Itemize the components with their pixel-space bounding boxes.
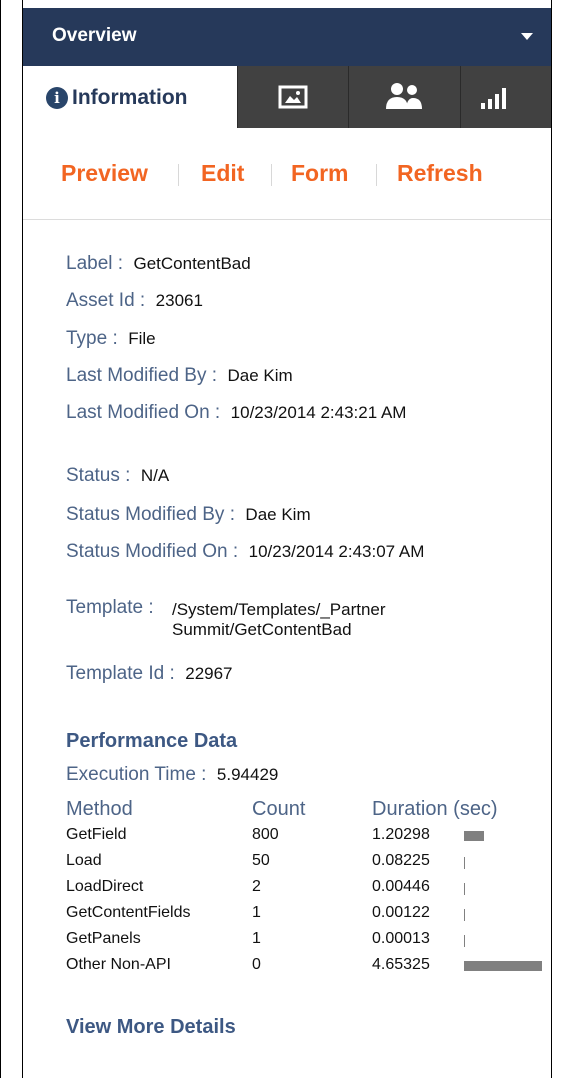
tab-information-label: Information: [72, 86, 188, 109]
execution-time-value: 5.94429: [216, 765, 279, 784]
duration-cell: 0.00446: [372, 878, 430, 895]
duration-cell: 0.00013: [372, 930, 430, 947]
last-modified-on-value: 10/23/2014 2:43:21 AM: [230, 403, 407, 422]
method-cell: GetField: [66, 826, 127, 843]
panel-header[interactable]: Overview: [23, 8, 551, 66]
asset-id-value: 23061: [155, 291, 203, 310]
image-icon: [278, 85, 308, 109]
preview-link[interactable]: Preview: [61, 160, 148, 187]
users-icon: [386, 83, 422, 109]
method-cell: Load: [66, 852, 102, 869]
asset-id-row: Asset Id : 23061: [66, 290, 203, 312]
status-label: Status :: [66, 465, 131, 486]
status-value: N/A: [140, 466, 170, 485]
separator: [178, 164, 179, 186]
divider: [23, 219, 551, 220]
status-modified-on-label: Status Modified On :: [66, 541, 239, 562]
last-modified-on-label: Last Modified On :: [66, 402, 221, 423]
method-cell: GetPanels: [66, 930, 141, 947]
tab-stats[interactable]: [460, 66, 551, 128]
separator: [376, 164, 377, 186]
type-row: Type : File: [66, 328, 156, 350]
status-modified-by-row: Status Modified By : Dae Kim: [66, 504, 311, 526]
count-cell: 800: [252, 826, 279, 843]
count-cell: 0: [252, 956, 261, 973]
method-cell: GetContentFields: [66, 904, 191, 921]
template-path-line1: /System/Templates/_Partner: [172, 600, 386, 619]
overview-panel: Overview i Information Preview Edit Form…: [23, 0, 551, 1078]
duration-cell: 0.00122: [372, 904, 430, 921]
last-modified-by-row: Last Modified By : Dae Kim: [66, 365, 293, 387]
tab-bar: i Information: [23, 66, 551, 128]
duration-cell: 1.20298: [372, 826, 430, 843]
column-header-method: Method: [66, 798, 133, 820]
execution-time-row: Execution Time : 5.94429: [66, 764, 278, 786]
status-modified-on-value: 10/23/2014 2:43:07 AM: [248, 542, 425, 561]
right-border: [551, 0, 552, 1078]
method-cell: LoadDirect: [66, 878, 144, 895]
execution-time-label: Execution Time :: [66, 764, 207, 785]
chevron-down-icon[interactable]: [521, 33, 533, 40]
label-value: GetContentBad: [133, 254, 251, 273]
status-row: Status : N/A: [66, 465, 169, 487]
last-modified-by-value: Dae Kim: [227, 366, 293, 385]
form-link[interactable]: Form: [291, 160, 349, 187]
performance-title: Performance Data: [66, 730, 238, 752]
duration-bar: [464, 909, 465, 921]
type-value: File: [128, 329, 156, 348]
left-border: [0, 0, 1, 1078]
edit-link[interactable]: Edit: [201, 160, 244, 187]
template-row: Template :: [66, 597, 154, 619]
label-label: Label :: [66, 253, 124, 274]
duration-bar: [464, 857, 465, 869]
status-modified-on-row: Status Modified On : 10/23/2014 2:43:07 …: [66, 541, 424, 563]
asset-id-label: Asset Id :: [66, 290, 146, 311]
duration-cell: 0.08225: [372, 852, 430, 869]
count-cell: 50: [252, 852, 270, 869]
status-modified-by-label: Status Modified By :: [66, 504, 235, 525]
label-row: Label : GetContentBad: [66, 253, 251, 275]
refresh-link[interactable]: Refresh: [397, 160, 483, 187]
column-header-count: Count: [252, 798, 306, 820]
duration-cell: 4.65325: [372, 956, 430, 973]
duration-bar: [464, 883, 465, 895]
count-cell: 1: [252, 930, 261, 947]
duration-bar: [464, 961, 542, 971]
count-cell: 2: [252, 878, 261, 895]
count-cell: 1: [252, 904, 261, 921]
status-modified-by-value: Dae Kim: [245, 505, 311, 524]
panel-title: Overview: [52, 25, 137, 46]
column-header-duration: Duration (sec): [372, 798, 498, 820]
duration-bar: [464, 831, 484, 841]
template-id-row: Template Id : 22967: [66, 663, 233, 685]
type-label: Type :: [66, 328, 118, 349]
view-more-details-link[interactable]: View More Details: [66, 1016, 236, 1039]
separator: [271, 164, 272, 186]
info-icon: i: [46, 87, 68, 109]
last-modified-on-row: Last Modified On : 10/23/2014 2:43:21 AM: [66, 402, 406, 424]
tab-users[interactable]: [348, 66, 461, 128]
duration-bar: [464, 935, 465, 947]
template-path-line2: Summit/GetContentBad: [172, 620, 352, 639]
tab-information[interactable]: i Information: [23, 66, 238, 128]
last-modified-by-label: Last Modified By :: [66, 365, 218, 386]
bar-chart-icon: [481, 88, 506, 109]
template-id-value: 22967: [185, 664, 233, 683]
method-cell: Other Non-API: [66, 956, 171, 973]
template-label: Template :: [66, 597, 154, 618]
tab-images[interactable]: [237, 66, 349, 128]
template-id-label: Template Id :: [66, 663, 175, 684]
